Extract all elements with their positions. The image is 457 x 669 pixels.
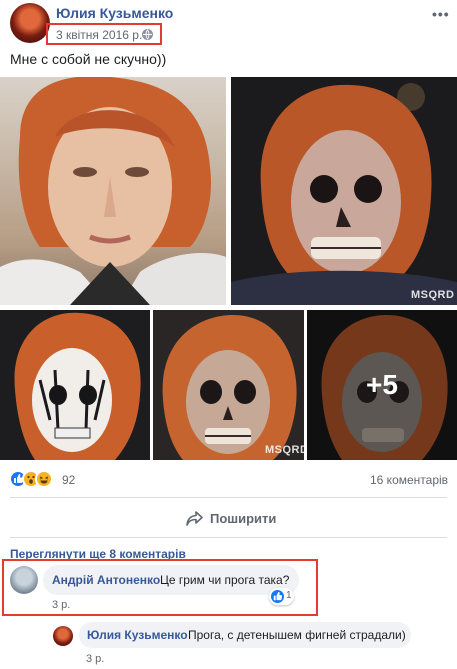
reply-author-avatar[interactable] (53, 626, 73, 646)
haha-icon (35, 470, 53, 488)
reply-timestamp[interactable]: 3 р. (86, 653, 104, 665)
reply-author-link[interactable]: Юлия Кузьменко (87, 628, 188, 642)
comment-text: Це грим чи прога така? (160, 573, 290, 587)
divider (10, 537, 447, 538)
comment-like-count: 1 (286, 590, 292, 601)
commenter-avatar[interactable] (10, 566, 38, 594)
share-button[interactable]: Поширити (186, 508, 276, 528)
photo-1[interactable] (0, 77, 226, 305)
share-label: Поширити (210, 510, 277, 526)
post-date-link[interactable]: 3 квітня 2016 р. (56, 28, 142, 42)
watermark-label: MSQRD (411, 289, 455, 301)
photo-3[interactable] (0, 310, 150, 460)
photo-5-more[interactable]: +5 (307, 310, 457, 460)
post-header: Юлия Кузьменко 3 квітня 2016 р. ••• (0, 0, 457, 46)
photo-2[interactable]: MSQRD (231, 77, 457, 305)
watermark-label: MSQRD (265, 444, 304, 456)
like-icon (271, 590, 284, 603)
ellipsis-icon[interactable]: ••• (432, 6, 450, 22)
reaction-count[interactable]: 92 (62, 473, 75, 487)
comment-bubble: Андрій Антоненко Це грим чи прога така? (43, 565, 299, 595)
author-avatar[interactable] (10, 3, 50, 43)
more-photos-count: +5 (366, 369, 398, 400)
comment-timestamp[interactable]: 3 р. (52, 599, 70, 611)
reply-bubble: Юлия Кузьменко Прога, с детенышем фигней… (79, 622, 411, 648)
photo-4[interactable]: MSQRD (153, 310, 304, 460)
comment-like-badge[interactable]: 1 (269, 588, 294, 605)
reply-text: Прога, с детенышем фигней страдали) (188, 628, 406, 642)
author-name-link[interactable]: Юлия Кузьменко (56, 5, 173, 21)
post-text: Мне с собой не скучно)) (10, 51, 167, 67)
globe-icon (142, 29, 153, 40)
comment-count-link[interactable]: 16 коментарів (370, 473, 448, 487)
comment-author-link[interactable]: Андрій Антоненко (52, 573, 160, 587)
share-arrow-icon (186, 510, 203, 526)
divider (10, 497, 447, 498)
